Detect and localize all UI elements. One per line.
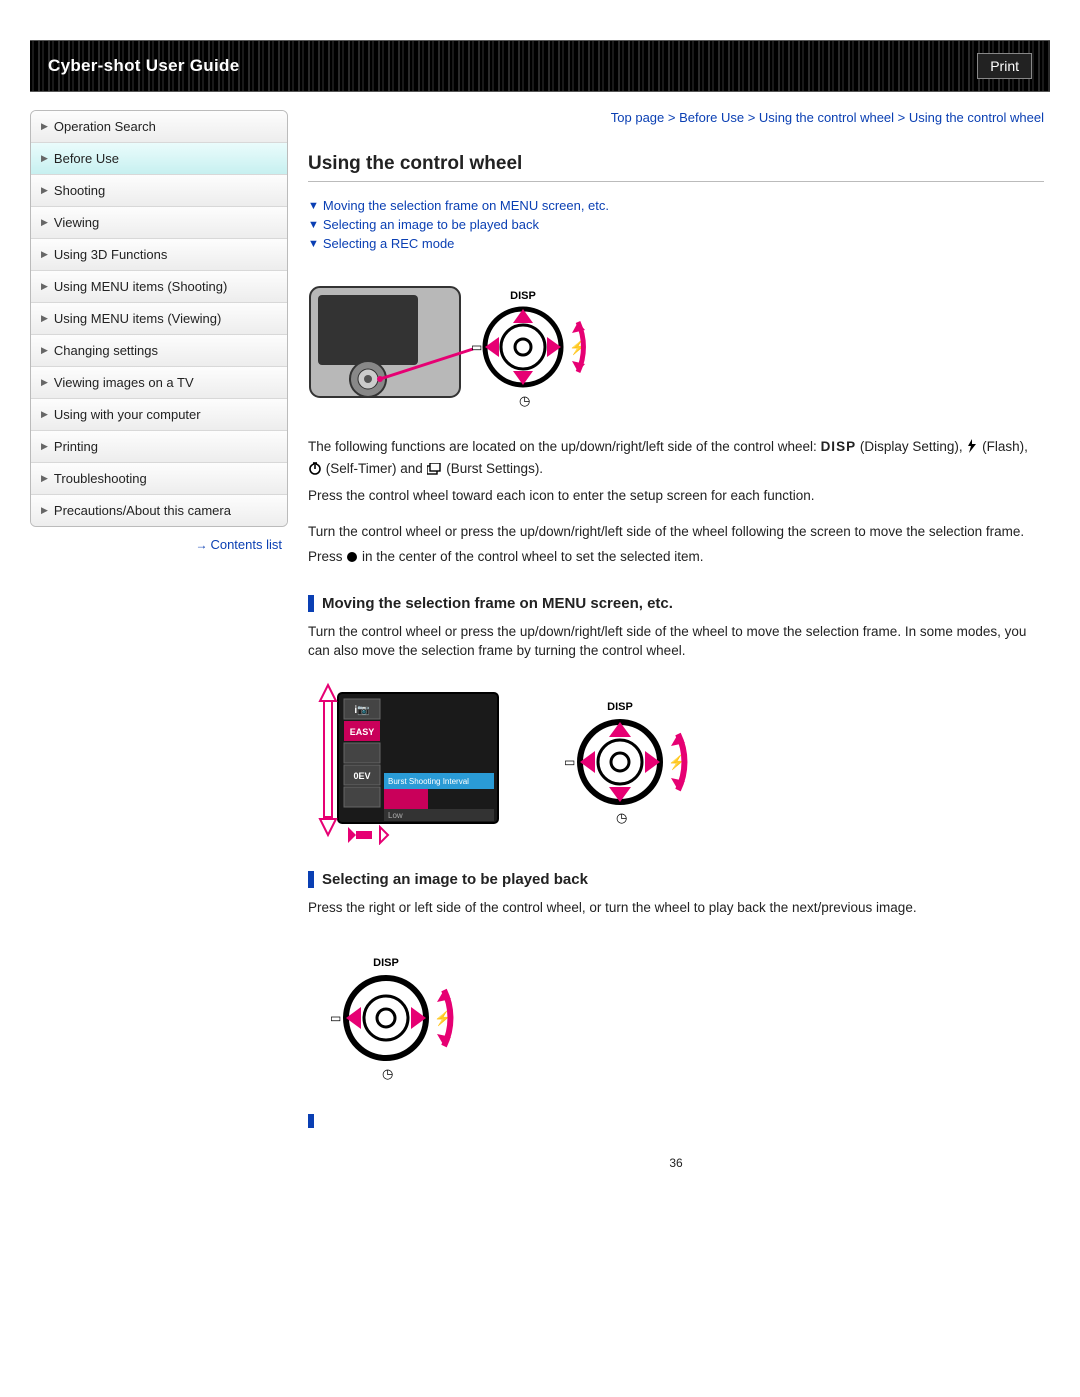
print-button[interactable]: Print [977,53,1032,79]
contents-list-link[interactable]: →Contents list [195,537,282,552]
svg-text:EASY: EASY [350,727,375,737]
svg-text:◷: ◷ [616,810,627,825]
sidebar-item-precautions[interactable]: ▶ Precautions/About this camera [31,495,287,526]
svg-text:▭: ▭ [564,755,575,769]
sidebar-item-label: Printing [54,439,98,454]
sidebar-item-viewing[interactable]: ▶ Viewing [31,207,287,239]
sidebar-item-label: Using with your computer [54,407,201,422]
svg-text:◷: ◷ [382,1066,393,1081]
svg-text:▭: ▭ [330,1011,341,1025]
sidebar-item-label: Shooting [54,183,105,198]
center-dot-icon [346,549,358,569]
section-heading-selecting-image: Selecting an image to be played back [308,871,1044,888]
sidebar-item-shooting[interactable]: ▶ Shooting [31,175,287,207]
section-heading-partial [308,1114,1044,1128]
caret-icon: ▶ [41,505,48,516]
caret-down-icon: ▼ [308,238,319,250]
page-number: 36 [308,1156,1044,1170]
page-title: Using the control wheel [308,153,1044,175]
svg-text:◷: ◷ [519,393,530,408]
paragraph-selecting-image: Press the right or left side of the cont… [308,898,1044,918]
sidebar-item-menu-shooting[interactable]: ▶ Using MENU items (Shooting) [31,271,287,303]
caret-icon: ▶ [41,345,48,356]
sidebar-item-operation-search[interactable]: ▶ Operation Search [31,111,287,143]
sidebar-item-tv[interactable]: ▶ Viewing images on a TV [31,367,287,399]
sidebar-item-label: Using MENU items (Viewing) [54,311,221,326]
arrow-icon: → [195,538,207,552]
title-rule [308,181,1044,182]
paragraph-turn-wheel: Turn the control wheel or press the up/d… [308,522,1044,542]
toc-label: Moving the selection frame on MENU scree… [323,198,609,213]
sidebar-item-label: Using 3D Functions [54,247,167,262]
caret-icon: ▶ [41,441,48,452]
illustration-camera-wheel: DISP ▭ ⚡ ◷ [308,269,1044,419]
caret-icon: ▶ [41,185,48,196]
caret-icon: ▶ [41,281,48,292]
caret-icon: ▶ [41,409,48,420]
sidebar-item-label: Viewing [54,215,99,230]
sidebar-item-menu-viewing[interactable]: ▶ Using MENU items (Viewing) [31,303,287,335]
disp-icon: DISP [821,439,857,454]
svg-text:i📷: i📷 [354,705,369,716]
caret-icon: ▶ [41,249,48,260]
caret-icon: ▶ [41,153,48,164]
sidebar-nav: ▶Operation Search ▶Before Use ▶Shooting … [30,110,288,527]
caret-down-icon: ▼ [308,200,319,212]
svg-text:DISP: DISP [373,957,399,969]
flash-icon [966,439,978,459]
sidebar-item-3d-functions[interactable]: ▶ Using 3D Functions [31,239,287,271]
svg-text:DISP: DISP [510,290,536,302]
sidebar-item-label: Operation Search [54,119,156,134]
toc-link-selecting-image[interactable]: ▼ Selecting an image to be played back [308,217,1044,232]
burst-icon [427,461,443,481]
sidebar-item-label: Precautions/About this camera [54,503,231,518]
section-heading-moving: Moving the selection frame on MENU scree… [308,595,1044,612]
caret-icon: ▶ [41,121,48,132]
sidebar-item-printing[interactable]: ▶ Printing [31,431,287,463]
sidebar-item-troubleshooting[interactable]: ▶ Troubleshooting [31,463,287,495]
self-timer-icon [308,461,322,481]
paragraph-press-setup: Press the control wheel toward each icon… [308,486,1044,506]
sidebar-item-label: Troubleshooting [54,471,147,486]
sidebar-item-label: Viewing images on a TV [54,375,194,390]
sidebar-item-label: Changing settings [54,343,158,358]
svg-text:Low: Low [388,811,403,820]
toc-link-selecting-rec[interactable]: ▼ Selecting a REC mode [308,236,1044,251]
caret-icon: ▶ [41,313,48,324]
caret-icon: ▶ [41,377,48,388]
toc-link-moving[interactable]: ▼ Moving the selection frame on MENU scre… [308,198,1044,213]
svg-text:Burst Shooting Interval: Burst Shooting Interval [388,777,469,786]
breadcrumb[interactable]: Top page > Before Use > Using the contro… [308,110,1044,125]
sidebar-item-computer[interactable]: ▶ Using with your computer [31,399,287,431]
contents-list-label: Contents list [210,537,282,552]
svg-text:DISP: DISP [607,701,633,713]
caret-down-icon: ▼ [308,219,319,231]
app-title: Cyber-shot User Guide [48,56,239,76]
toc-label: Selecting an image to be played back [323,217,539,232]
header-bar: Cyber-shot User Guide Print [30,40,1050,92]
sidebar-item-label: Using MENU items (Shooting) [54,279,227,294]
paragraph-press-center: Press in the center of the control wheel… [308,547,1044,569]
sidebar-item-changing-settings[interactable]: ▶ Changing settings [31,335,287,367]
illustration-wheel-playback: DISP ▭ ⚡ ◷ [308,936,1044,1096]
caret-icon: ▶ [41,473,48,484]
paragraph-functions: The following functions are located on t… [308,437,1044,480]
caret-icon: ▶ [41,217,48,228]
sidebar-item-before-use[interactable]: ▶ Before Use [31,143,287,175]
paragraph-moving: Turn the control wheel or press the up/d… [308,622,1044,661]
toc-label: Selecting a REC mode [323,236,455,251]
illustration-menu-and-wheel: i📷 EASY 0EV Burst Shooting Interval Low [308,675,1044,845]
svg-text:0EV: 0EV [353,771,370,781]
svg-text:▭: ▭ [471,340,482,354]
sidebar-item-label: Before Use [54,151,119,166]
